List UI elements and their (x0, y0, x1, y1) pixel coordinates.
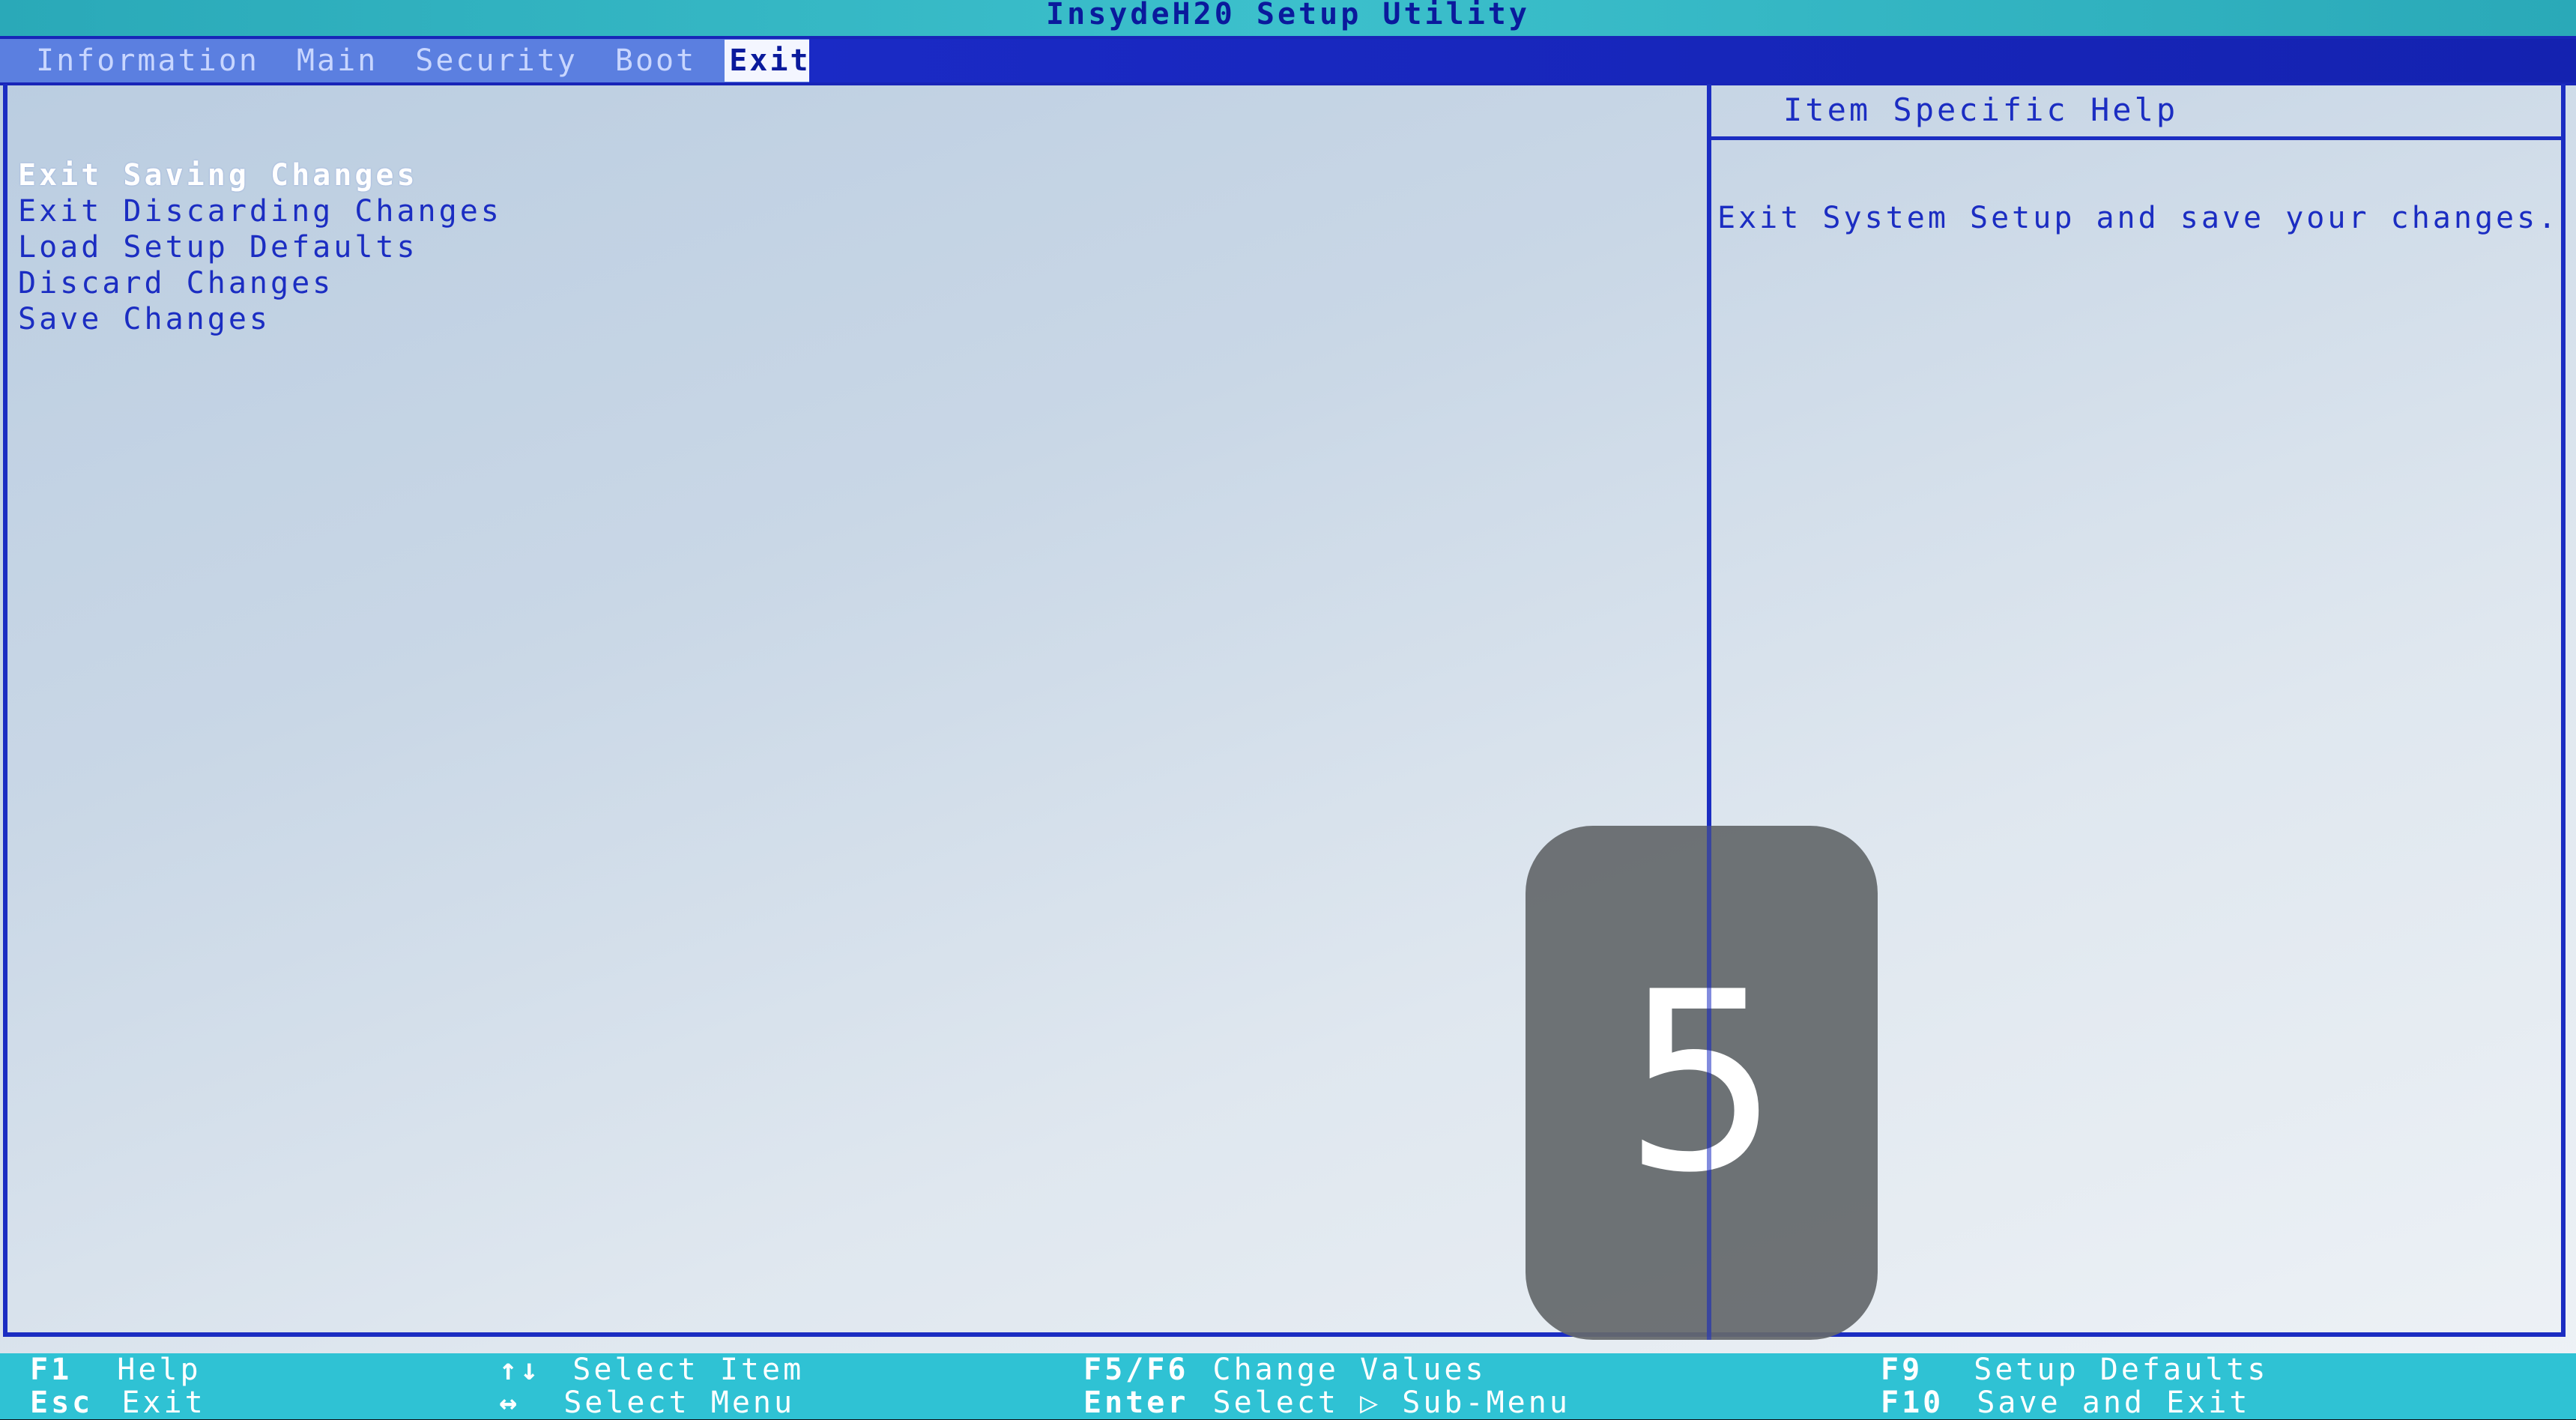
legend-esc: Esc Exit (30, 1386, 206, 1419)
legend-desc: Select Menu (563, 1386, 796, 1420)
tab-information[interactable]: Information (36, 43, 259, 78)
title-bar: InsydeH20 Setup Utility (0, 0, 2576, 36)
legend-desc: Help (117, 1353, 202, 1387)
menu-tabs: Information Main Security Boot Exit (0, 39, 815, 82)
menu-item-save-changes[interactable]: Save Changes (18, 301, 502, 337)
legend-desc: Change Values (1212, 1353, 1487, 1387)
tab-main[interactable]: Main (297, 43, 378, 78)
menu-bar-filler (809, 39, 2576, 82)
tab-boot[interactable]: Boot (615, 43, 696, 78)
step-number-badge: 5 (1526, 826, 1878, 1340)
legend-select-item: ↑↓ Select Item (499, 1353, 804, 1386)
help-divider (1711, 136, 2566, 140)
legend-setup-defaults: F9 Setup Defaults (1881, 1353, 2268, 1386)
menu-item-exit-saving-changes[interactable]: Exit Saving Changes (18, 157, 502, 193)
legend-desc: Select Item (572, 1353, 805, 1387)
help-panel-title: Item Specific Help (1783, 91, 2179, 128)
legend-key: ↔ (499, 1386, 521, 1420)
legend-key: F10 (1881, 1386, 1944, 1420)
menu-bar: Information Main Security Boot Exit (0, 36, 2576, 85)
step-number: 5 (1623, 939, 1780, 1227)
legend-key: F9 (1881, 1353, 1923, 1387)
legend-desc: Save and Exit (1977, 1386, 2251, 1420)
legend-key: F1 (30, 1353, 73, 1387)
legend-key: Enter (1083, 1386, 1189, 1420)
bios-screen: InsydeH20 Setup Utility Information Main… (0, 0, 2576, 1419)
menu-item-discard-changes[interactable]: Discard Changes (18, 265, 502, 301)
legend-desc: Setup Defaults (1974, 1353, 2269, 1387)
menu-item-load-setup-defaults[interactable]: Load Setup Defaults (18, 229, 502, 265)
legend-f1: F1 Help (30, 1353, 202, 1386)
tab-exit[interactable]: Exit (725, 40, 815, 82)
exit-menu-list: Exit Saving Changes Exit Discarding Chan… (18, 157, 502, 337)
help-panel-text: Exit System Setup and save your changes. (1717, 201, 2560, 235)
legend-enter: Enter Select ▷ Sub-Menu (1083, 1386, 1570, 1419)
legend-select-menu: ↔ Select Menu (499, 1386, 795, 1419)
legend-key: F5/F6 (1083, 1353, 1189, 1387)
legend-desc: Select ▷ Sub-Menu (1212, 1386, 1570, 1420)
menu-item-exit-discarding-changes[interactable]: Exit Discarding Changes (18, 193, 502, 229)
legend-change-values: F5/F6 Change Values (1083, 1353, 1487, 1386)
legend-key: ↑↓ (499, 1353, 542, 1387)
badge-divider-overlay (1707, 826, 1711, 1340)
legend-key: Esc (30, 1386, 94, 1420)
legend-desc: Exit (121, 1386, 206, 1420)
tab-security[interactable]: Security (415, 43, 578, 78)
app-title: InsydeH20 Setup Utility (1046, 0, 1530, 31)
legend-save-and-exit: F10 Save and Exit (1881, 1386, 2250, 1419)
key-legend-bar: F1 Help Esc Exit ↑↓ Select Item ↔ Select… (0, 1353, 2576, 1419)
